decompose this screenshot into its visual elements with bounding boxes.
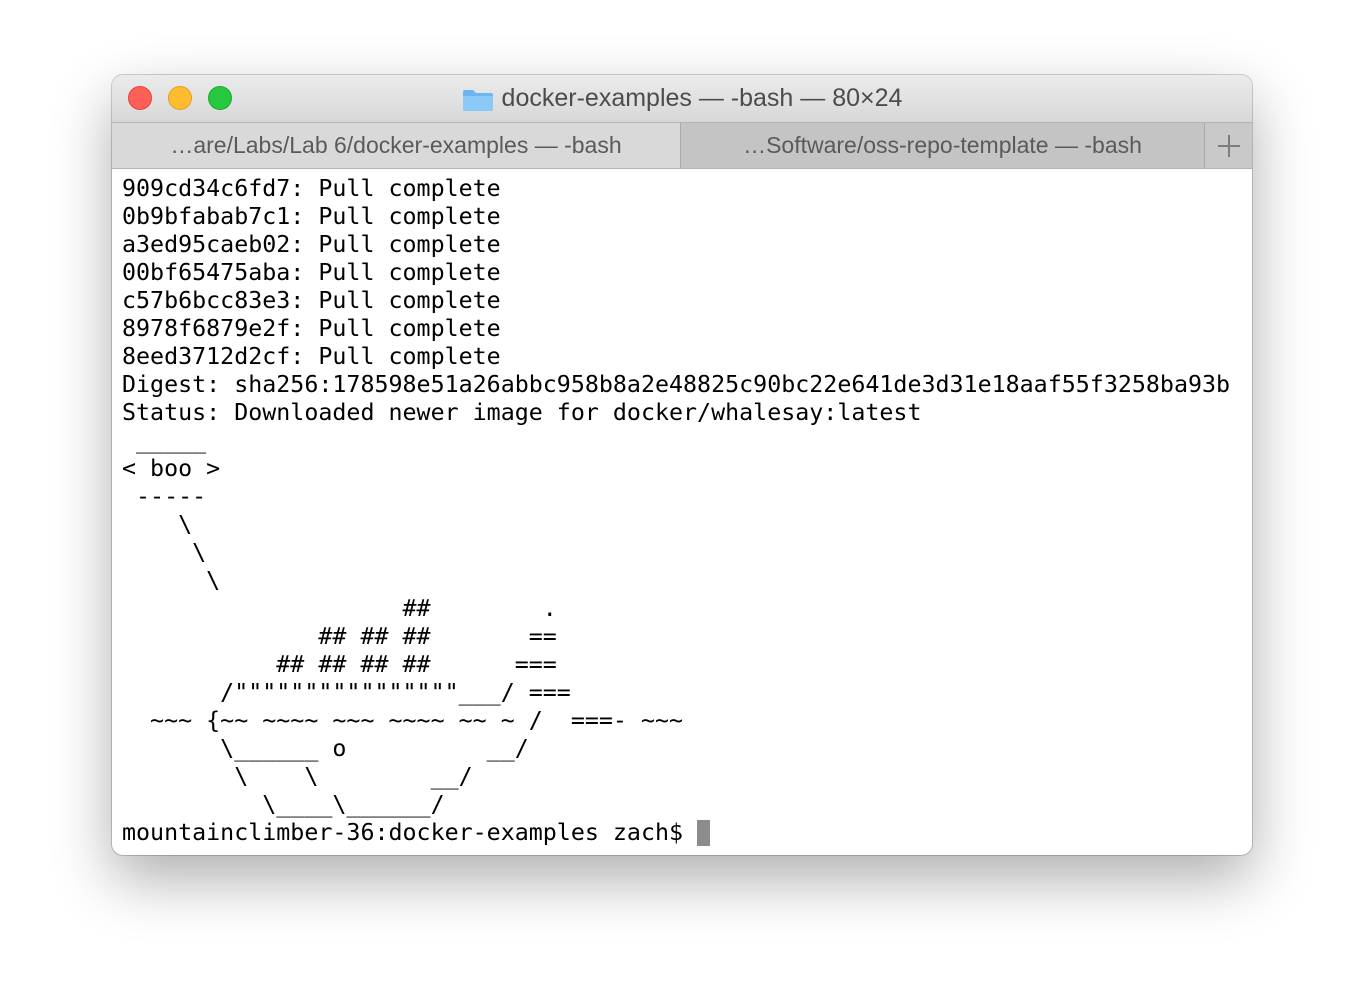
output-line: /""""""""""""""""___/ ===: [122, 679, 571, 706]
output-line: ## ## ## ==: [122, 623, 557, 650]
output-line: 00bf65475aba: Pull complete: [122, 259, 501, 286]
output-line: \ \ __/: [122, 763, 473, 790]
terminal-window: docker-examples — -bash — 80×24 …are/Lab…: [112, 75, 1252, 855]
output-line: 8eed3712d2cf: Pull complete: [122, 343, 501, 370]
output-line: Digest: sha256:178598e51a26abbc958b8a2e4…: [122, 371, 1231, 398]
prompt-line[interactable]: mountainclimber-36:docker-examples zach$: [122, 819, 1247, 847]
output-line: ~~~ {~~ ~~~~ ~~~ ~~~~ ~~ ~ / ===- ~~~: [122, 707, 684, 734]
output-line: 909cd34c6fd7: Pull complete: [122, 175, 501, 202]
tab-oss-repo-template[interactable]: …Software/oss-repo-template — -bash: [681, 123, 1205, 168]
text-cursor: [697, 820, 711, 846]
tab-docker-examples[interactable]: …are/Labs/Lab 6/docker-examples — -bash: [112, 123, 681, 168]
tab-bar: …are/Labs/Lab 6/docker-examples — -bash …: [112, 122, 1252, 169]
output-line: 8978f6879e2f: Pull complete: [122, 315, 501, 342]
plus-icon: [1217, 134, 1240, 157]
output-line: ## .: [122, 595, 557, 622]
output-line: _____: [122, 427, 207, 454]
terminal-output[interactable]: 909cd34c6fd7: Pull complete 0b9bfabab7c1…: [122, 175, 1247, 851]
output-line: \: [122, 567, 221, 594]
output-line: Status: Downloaded newer image for docke…: [122, 399, 922, 426]
output-line: -----: [122, 483, 207, 510]
output-line: \______ o __/: [122, 735, 529, 762]
output-line: \: [122, 511, 193, 538]
output-line: a3ed95caeb02: Pull complete: [122, 231, 501, 258]
folder-icon: [462, 89, 493, 111]
window-title: docker-examples — -bash — 80×24: [112, 75, 1252, 122]
window-title-text: docker-examples — -bash — 80×24: [501, 84, 903, 112]
new-tab-button[interactable]: [1205, 123, 1252, 168]
output-line: \____\______/: [122, 791, 445, 818]
shell-prompt: mountainclimber-36:docker-examples zach$: [122, 819, 698, 846]
output-line: < boo >: [122, 455, 221, 482]
title-bar[interactable]: docker-examples — -bash — 80×24: [112, 75, 1252, 122]
output-line: 0b9bfabab7c1: Pull complete: [122, 203, 501, 230]
output-line: c57b6bcc83e3: Pull complete: [122, 287, 501, 314]
output-line: ## ## ## ## ===: [122, 651, 557, 678]
output-line: \: [122, 539, 207, 566]
